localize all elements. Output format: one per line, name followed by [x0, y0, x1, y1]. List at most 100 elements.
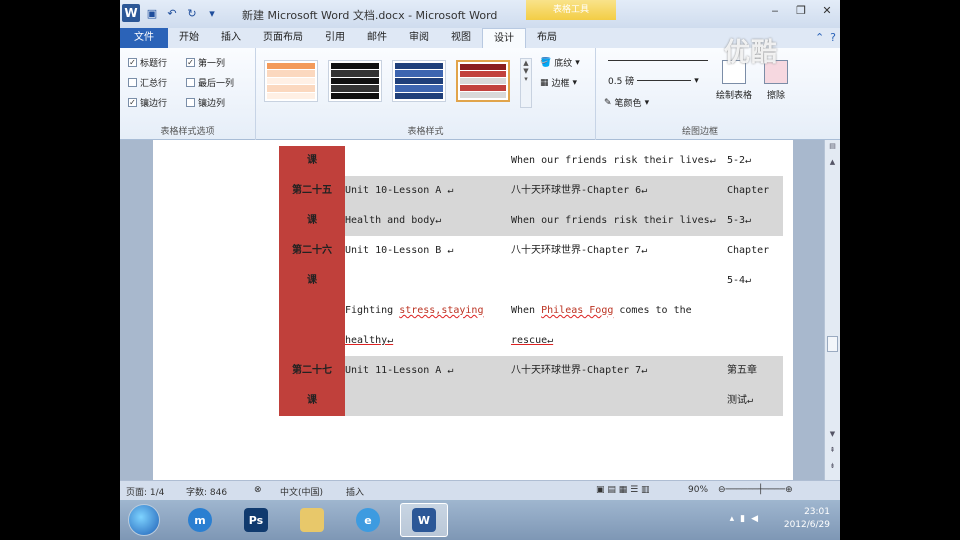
- cell-line: 第五章: [727, 365, 757, 376]
- customize-qat-icon[interactable]: ▾: [204, 5, 220, 21]
- language-indicator[interactable]: 中文(中国): [280, 485, 323, 498]
- taskbar-photoshop[interactable]: Ps: [232, 503, 280, 537]
- tab-layout[interactable]: 布局: [526, 28, 568, 48]
- tab-references[interactable]: 引用: [314, 28, 356, 48]
- borders-button[interactable]: ▦ 边框 ▾: [540, 76, 577, 90]
- ruler-toggle-icon[interactable]: ▤: [825, 142, 840, 150]
- close-button[interactable]: ✕: [818, 4, 836, 18]
- table-cell-extra[interactable]: Chapter 5-4↵: [727, 236, 783, 356]
- system-tray[interactable]: ▴ ▮ ◀: [730, 514, 758, 524]
- taskbar-explorer[interactable]: [288, 503, 336, 537]
- tray-expand-icon[interactable]: ▴: [730, 514, 735, 524]
- shading-button[interactable]: 🪣 底纹 ▾: [540, 56, 580, 70]
- cell-line: [511, 266, 727, 296]
- tab-design[interactable]: 设计: [482, 28, 526, 48]
- watermark-logo: 优酷: [724, 38, 779, 68]
- table-style-black[interactable]: [328, 60, 382, 102]
- word-count[interactable]: 字数: 846: [186, 485, 227, 498]
- cell-line: 第二十五: [292, 185, 332, 196]
- table-cell-unit[interactable]: [345, 146, 511, 176]
- table-row: 课 When our friends risk their lives↵ 5-2↵: [279, 146, 783, 176]
- scroll-up-icon[interactable]: ▲: [825, 158, 840, 166]
- next-page-icon[interactable]: ⇟: [825, 462, 840, 470]
- ribbon-collapse-icon[interactable]: ⌃: [815, 31, 824, 44]
- cell-line: 课: [307, 155, 317, 166]
- cell-line: 课: [307, 275, 317, 286]
- table-cell-unit[interactable]: Unit 11-Lesson A ↵: [345, 356, 511, 416]
- zoom-level[interactable]: 90%: [688, 485, 708, 495]
- restore-button[interactable]: ❐: [792, 4, 810, 18]
- first-column-checkbox[interactable]: ✓ 第一列: [186, 56, 225, 69]
- scroll-thumb[interactable]: [827, 336, 838, 352]
- banded-rows-checkbox[interactable]: ✓ 镶边行: [128, 96, 167, 109]
- table-cell-extra[interactable]: 第五章 测试↵: [727, 356, 783, 416]
- cell-line: 课: [307, 215, 317, 226]
- zoom-slider[interactable]: ⊖──────┼────⊕: [718, 485, 793, 495]
- table-cell-lesson[interactable]: 第二十五课: [279, 176, 345, 236]
- cell-line: 课: [307, 395, 317, 406]
- redo-icon[interactable]: ↻: [184, 5, 200, 21]
- banded-columns-checkbox[interactable]: 镶边列: [186, 96, 225, 109]
- header-row-checkbox[interactable]: ✓ 标题行: [128, 56, 167, 69]
- cell-line: Health and body↵: [345, 215, 442, 226]
- cell-line: Unit 10-Lesson B ↵: [345, 245, 454, 256]
- tab-mailings[interactable]: 邮件: [356, 28, 398, 48]
- clock[interactable]: 23:01 2012/6/29: [784, 506, 830, 532]
- table-cell-book[interactable]: 八十天环球世界-Chapter 7↵ When Phileas Fogg come…: [511, 236, 727, 356]
- document-page: 课 When our friends risk their lives↵ 5-2↵ 第…: [153, 140, 793, 480]
- taskbar-word[interactable]: W: [400, 503, 448, 537]
- taskbar-maxthon[interactable]: m: [176, 503, 224, 537]
- view-buttons[interactable]: ▣ ▤ ▦ ☰ ▥: [596, 485, 650, 495]
- pen-color-button[interactable]: ✎ 笔颜色 ▾: [604, 96, 649, 110]
- status-bar: 页面: 1/4 字数: 846 ⊗ 中文(中国) 插入 ▣ ▤ ▦ ☰ ▥ 90…: [120, 480, 840, 500]
- cell-line: Unit 10-Lesson A ↵: [345, 185, 454, 196]
- proofing-icon[interactable]: ⊗: [254, 485, 262, 495]
- table-cell-lesson[interactable]: 课: [279, 146, 345, 176]
- network-icon[interactable]: ▮: [740, 514, 745, 524]
- quick-access-toolbar: W ▣ ↶ ↻ ▾: [122, 4, 220, 22]
- volume-icon[interactable]: ◀: [751, 514, 758, 524]
- previous-page-icon[interactable]: ⇞: [825, 446, 840, 454]
- pen-style-selector[interactable]: [608, 60, 708, 61]
- save-icon[interactable]: ▣: [144, 5, 160, 21]
- table-style-orange[interactable]: [264, 60, 318, 102]
- table-cell-lesson[interactable]: 第二十六课: [279, 236, 345, 356]
- table-style-red-selected[interactable]: [456, 60, 510, 102]
- total-row-checkbox[interactable]: 汇总行: [128, 76, 167, 89]
- table-row: 第二十六课 Unit 10-Lesson B ↵ Fighting stress,s…: [279, 236, 783, 356]
- table-styles-group: ▲ ▼ ▾ 🪣 底纹 ▾ ▦ 边框 ▾ 表格样式: [256, 48, 596, 140]
- check-icon: ✓: [128, 58, 137, 67]
- taskbar-ie[interactable]: e: [344, 503, 392, 537]
- tab-review[interactable]: 审阅: [398, 28, 440, 48]
- tab-home[interactable]: 开始: [168, 28, 210, 48]
- scroll-down-icon[interactable]: ▼: [825, 430, 840, 438]
- word-logo-icon[interactable]: W: [122, 4, 140, 22]
- table-cell-unit[interactable]: Unit 10-Lesson A ↵ Health and body↵: [345, 176, 511, 236]
- pen-weight-selector[interactable]: 0.5 磅 ▾: [608, 74, 699, 88]
- table-cell-book[interactable]: 八十天环球世界-Chapter 6↵ When our friends risk …: [511, 176, 727, 236]
- tab-view[interactable]: 视图: [440, 28, 482, 48]
- table-cell-extra[interactable]: 5-2↵: [727, 146, 783, 176]
- table-row: 第二十五课 Unit 10-Lesson A ↵ Health and body↵ 八…: [279, 176, 783, 236]
- page-count[interactable]: 页面: 1/4: [126, 485, 164, 498]
- vertical-scrollbar[interactable]: ▤ ▲ ▼ ⇞ ⇟: [824, 140, 840, 480]
- table-cell-lesson[interactable]: 第二十七课: [279, 356, 345, 416]
- table-style-blue[interactable]: [392, 60, 446, 102]
- tab-file[interactable]: 文件: [120, 28, 168, 48]
- schedule-table: 课 When our friends risk their lives↵ 5-2↵ 第…: [279, 146, 783, 416]
- check-icon: ✓: [186, 58, 195, 67]
- minimize-button[interactable]: ‒: [766, 4, 784, 18]
- word-window: W ▣ ↶ ↻ ▾ 新建 Microsoft Word 文档.docx - Mi…: [120, 0, 840, 540]
- insert-mode-indicator[interactable]: 插入: [346, 485, 364, 498]
- table-cell-book[interactable]: When our friends risk their lives↵: [511, 146, 727, 176]
- undo-icon[interactable]: ↶: [164, 5, 180, 21]
- help-icon[interactable]: ?: [830, 31, 836, 44]
- table-cell-book[interactable]: 八十天环球世界-Chapter 7↵: [511, 356, 727, 416]
- tab-page-layout[interactable]: 页面布局: [252, 28, 314, 48]
- last-column-checkbox[interactable]: 最后一列: [186, 76, 234, 89]
- gallery-more-icon[interactable]: ▲ ▼ ▾: [520, 58, 532, 108]
- start-button-icon[interactable]: [128, 504, 160, 536]
- table-cell-extra[interactable]: Chapter 5-3↵: [727, 176, 783, 236]
- tab-insert[interactable]: 插入: [210, 28, 252, 48]
- table-cell-unit[interactable]: Unit 10-Lesson B ↵ Fighting stress,stayin…: [345, 236, 511, 356]
